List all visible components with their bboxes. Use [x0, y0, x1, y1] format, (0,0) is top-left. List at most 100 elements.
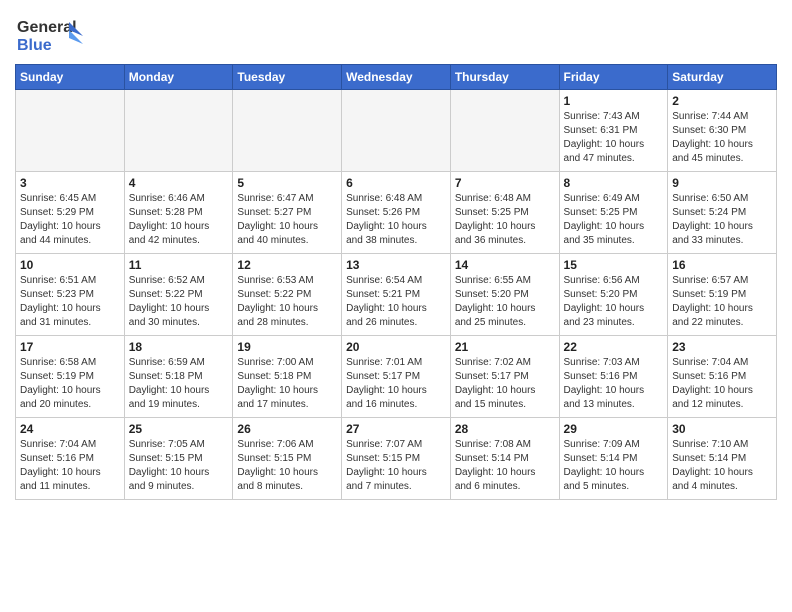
calendar-cell: 27 Sunrise: 7:07 AM Sunset: 5:15 PM Dayli… — [342, 418, 451, 500]
calendar-cell: 1 Sunrise: 7:43 AM Sunset: 6:31 PM Daylig… — [559, 90, 668, 172]
day-number: 12 — [237, 258, 337, 272]
day-info: Sunrise: 6:51 AM Sunset: 5:23 PM Dayligh… — [20, 274, 120, 330]
svg-text:Blue: Blue — [17, 37, 52, 54]
day-info: Sunrise: 7:05 AM Sunset: 5:15 PM Dayligh… — [129, 438, 229, 494]
day-info: Sunrise: 7:06 AM Sunset: 5:15 PM Dayligh… — [237, 438, 337, 494]
day-number: 9 — [672, 176, 772, 190]
week-row-3: 10Sunrise: 6:51 AM Sunset: 5:23 PM Dayli… — [16, 254, 777, 336]
day-info: Sunrise: 6:59 AM Sunset: 5:18 PM Dayligh… — [129, 356, 229, 412]
calendar-cell: 4Sunrise: 6:46 AM Sunset: 5:28 PM Daylig… — [124, 172, 233, 254]
day-number: 25 — [129, 422, 229, 436]
calendar-cell: 21 Sunrise: 7:02 AM Sunset: 5:17 PM Dayli… — [450, 336, 559, 418]
logo: GeneralBlue — [15, 14, 85, 56]
calendar: SundayMondayTuesdayWednesdayThursdayFrid… — [15, 64, 777, 500]
weekday-header-row: SundayMondayTuesdayWednesdayThursdayFrid… — [16, 65, 777, 90]
calendar-cell: 10Sunrise: 6:51 AM Sunset: 5:23 PM Dayli… — [16, 254, 125, 336]
day-number: 17 — [20, 340, 120, 354]
calendar-cell: 29 Sunrise: 7:09 AM Sunset: 5:14 PM Dayli… — [559, 418, 668, 500]
day-number: 5 — [237, 176, 337, 190]
calendar-cell: 23 Sunrise: 7:04 AM Sunset: 5:16 PM Dayli… — [668, 336, 777, 418]
calendar-cell: 8Sunrise: 6:49 AM Sunset: 5:25 PM Daylig… — [559, 172, 668, 254]
calendar-cell: 25 Sunrise: 7:05 AM Sunset: 5:15 PM Dayli… — [124, 418, 233, 500]
weekday-saturday: Saturday — [668, 65, 777, 90]
weekday-tuesday: Tuesday — [233, 65, 342, 90]
day-info: Sunrise: 6:54 AM Sunset: 5:21 PM Dayligh… — [346, 274, 446, 330]
day-info: Sunrise: 7:02 AM Sunset: 5:17 PM Dayligh… — [455, 356, 555, 412]
weekday-monday: Monday — [124, 65, 233, 90]
calendar-cell: 15 Sunrise: 6:56 AM Sunset: 5:20 PM Dayli… — [559, 254, 668, 336]
week-row-2: 3 Sunrise: 6:45 AM Sunset: 5:29 PM Daylig… — [16, 172, 777, 254]
day-info: Sunrise: 6:57 AM Sunset: 5:19 PM Dayligh… — [672, 274, 772, 330]
day-info: Sunrise: 7:07 AM Sunset: 5:15 PM Dayligh… — [346, 438, 446, 494]
day-number: 23 — [672, 340, 772, 354]
day-number: 28 — [455, 422, 555, 436]
header: GeneralBlue — [15, 10, 777, 56]
calendar-cell: 13 Sunrise: 6:54 AM Sunset: 5:21 PM Dayli… — [342, 254, 451, 336]
calendar-cell: 19Sunrise: 7:00 AM Sunset: 5:18 PM Dayli… — [233, 336, 342, 418]
day-info: Sunrise: 6:48 AM Sunset: 5:26 PM Dayligh… — [346, 192, 446, 248]
day-info: Sunrise: 7:09 AM Sunset: 5:14 PM Dayligh… — [564, 438, 664, 494]
weekday-thursday: Thursday — [450, 65, 559, 90]
day-info: Sunrise: 6:49 AM Sunset: 5:25 PM Dayligh… — [564, 192, 664, 248]
day-info: Sunrise: 7:08 AM Sunset: 5:14 PM Dayligh… — [455, 438, 555, 494]
day-info: Sunrise: 6:47 AM Sunset: 5:27 PM Dayligh… — [237, 192, 337, 248]
logo-svg: GeneralBlue — [15, 14, 85, 56]
calendar-cell — [342, 90, 451, 172]
day-info: Sunrise: 6:56 AM Sunset: 5:20 PM Dayligh… — [564, 274, 664, 330]
day-number: 3 — [20, 176, 120, 190]
calendar-cell: 18 Sunrise: 6:59 AM Sunset: 5:18 PM Dayli… — [124, 336, 233, 418]
day-number: 20 — [346, 340, 446, 354]
calendar-cell: 26 Sunrise: 7:06 AM Sunset: 5:15 PM Dayli… — [233, 418, 342, 500]
day-info: Sunrise: 6:52 AM Sunset: 5:22 PM Dayligh… — [129, 274, 229, 330]
day-number: 7 — [455, 176, 555, 190]
day-info: Sunrise: 7:04 AM Sunset: 5:16 PM Dayligh… — [20, 438, 120, 494]
day-info: Sunrise: 7:00 AM Sunset: 5:18 PM Dayligh… — [237, 356, 337, 412]
day-info: Sunrise: 7:01 AM Sunset: 5:17 PM Dayligh… — [346, 356, 446, 412]
day-number: 27 — [346, 422, 446, 436]
week-row-1: 1 Sunrise: 7:43 AM Sunset: 6:31 PM Daylig… — [16, 90, 777, 172]
calendar-cell: 28 Sunrise: 7:08 AM Sunset: 5:14 PM Dayli… — [450, 418, 559, 500]
page-container: GeneralBlue SundayMondayTuesdayWednesday… — [0, 0, 792, 505]
day-info: Sunrise: 7:04 AM Sunset: 5:16 PM Dayligh… — [672, 356, 772, 412]
day-number: 29 — [564, 422, 664, 436]
calendar-cell: 6Sunrise: 6:48 AM Sunset: 5:26 PM Daylig… — [342, 172, 451, 254]
calendar-cell: 3 Sunrise: 6:45 AM Sunset: 5:29 PM Daylig… — [16, 172, 125, 254]
calendar-cell: 11 Sunrise: 6:52 AM Sunset: 5:22 PM Dayli… — [124, 254, 233, 336]
calendar-cell: 14 Sunrise: 6:55 AM Sunset: 5:20 PM Dayli… — [450, 254, 559, 336]
day-info: Sunrise: 6:48 AM Sunset: 5:25 PM Dayligh… — [455, 192, 555, 248]
day-info: Sunrise: 7:43 AM Sunset: 6:31 PM Dayligh… — [564, 110, 664, 166]
svg-text:General: General — [17, 19, 77, 36]
day-info: Sunrise: 6:55 AM Sunset: 5:20 PM Dayligh… — [455, 274, 555, 330]
calendar-cell: 12 Sunrise: 6:53 AM Sunset: 5:22 PM Dayli… — [233, 254, 342, 336]
calendar-cell: 17 Sunrise: 6:58 AM Sunset: 5:19 PM Dayli… — [16, 336, 125, 418]
day-number: 18 — [129, 340, 229, 354]
calendar-cell: 30 Sunrise: 7:10 AM Sunset: 5:14 PM Dayli… — [668, 418, 777, 500]
day-number: 13 — [346, 258, 446, 272]
day-info: Sunrise: 6:58 AM Sunset: 5:19 PM Dayligh… — [20, 356, 120, 412]
calendar-cell: 9Sunrise: 6:50 AM Sunset: 5:24 PM Daylig… — [668, 172, 777, 254]
day-info: Sunrise: 6:45 AM Sunset: 5:29 PM Dayligh… — [20, 192, 120, 248]
day-number: 30 — [672, 422, 772, 436]
day-number: 21 — [455, 340, 555, 354]
day-info: Sunrise: 7:03 AM Sunset: 5:16 PM Dayligh… — [564, 356, 664, 412]
calendar-cell: 7 Sunrise: 6:48 AM Sunset: 5:25 PM Daylig… — [450, 172, 559, 254]
calendar-cell — [233, 90, 342, 172]
weekday-friday: Friday — [559, 65, 668, 90]
day-info: Sunrise: 6:46 AM Sunset: 5:28 PM Dayligh… — [129, 192, 229, 248]
day-info: Sunrise: 7:10 AM Sunset: 5:14 PM Dayligh… — [672, 438, 772, 494]
day-number: 26 — [237, 422, 337, 436]
day-number: 2 — [672, 94, 772, 108]
day-number: 14 — [455, 258, 555, 272]
calendar-cell: 22 Sunrise: 7:03 AM Sunset: 5:16 PM Dayli… — [559, 336, 668, 418]
day-number: 11 — [129, 258, 229, 272]
day-number: 22 — [564, 340, 664, 354]
day-number: 24 — [20, 422, 120, 436]
calendar-cell: 24 Sunrise: 7:04 AM Sunset: 5:16 PM Dayli… — [16, 418, 125, 500]
day-number: 15 — [564, 258, 664, 272]
calendar-cell — [124, 90, 233, 172]
week-row-5: 24 Sunrise: 7:04 AM Sunset: 5:16 PM Dayli… — [16, 418, 777, 500]
day-info: Sunrise: 6:53 AM Sunset: 5:22 PM Dayligh… — [237, 274, 337, 330]
calendar-cell — [450, 90, 559, 172]
day-number: 1 — [564, 94, 664, 108]
calendar-cell: 5 Sunrise: 6:47 AM Sunset: 5:27 PM Daylig… — [233, 172, 342, 254]
